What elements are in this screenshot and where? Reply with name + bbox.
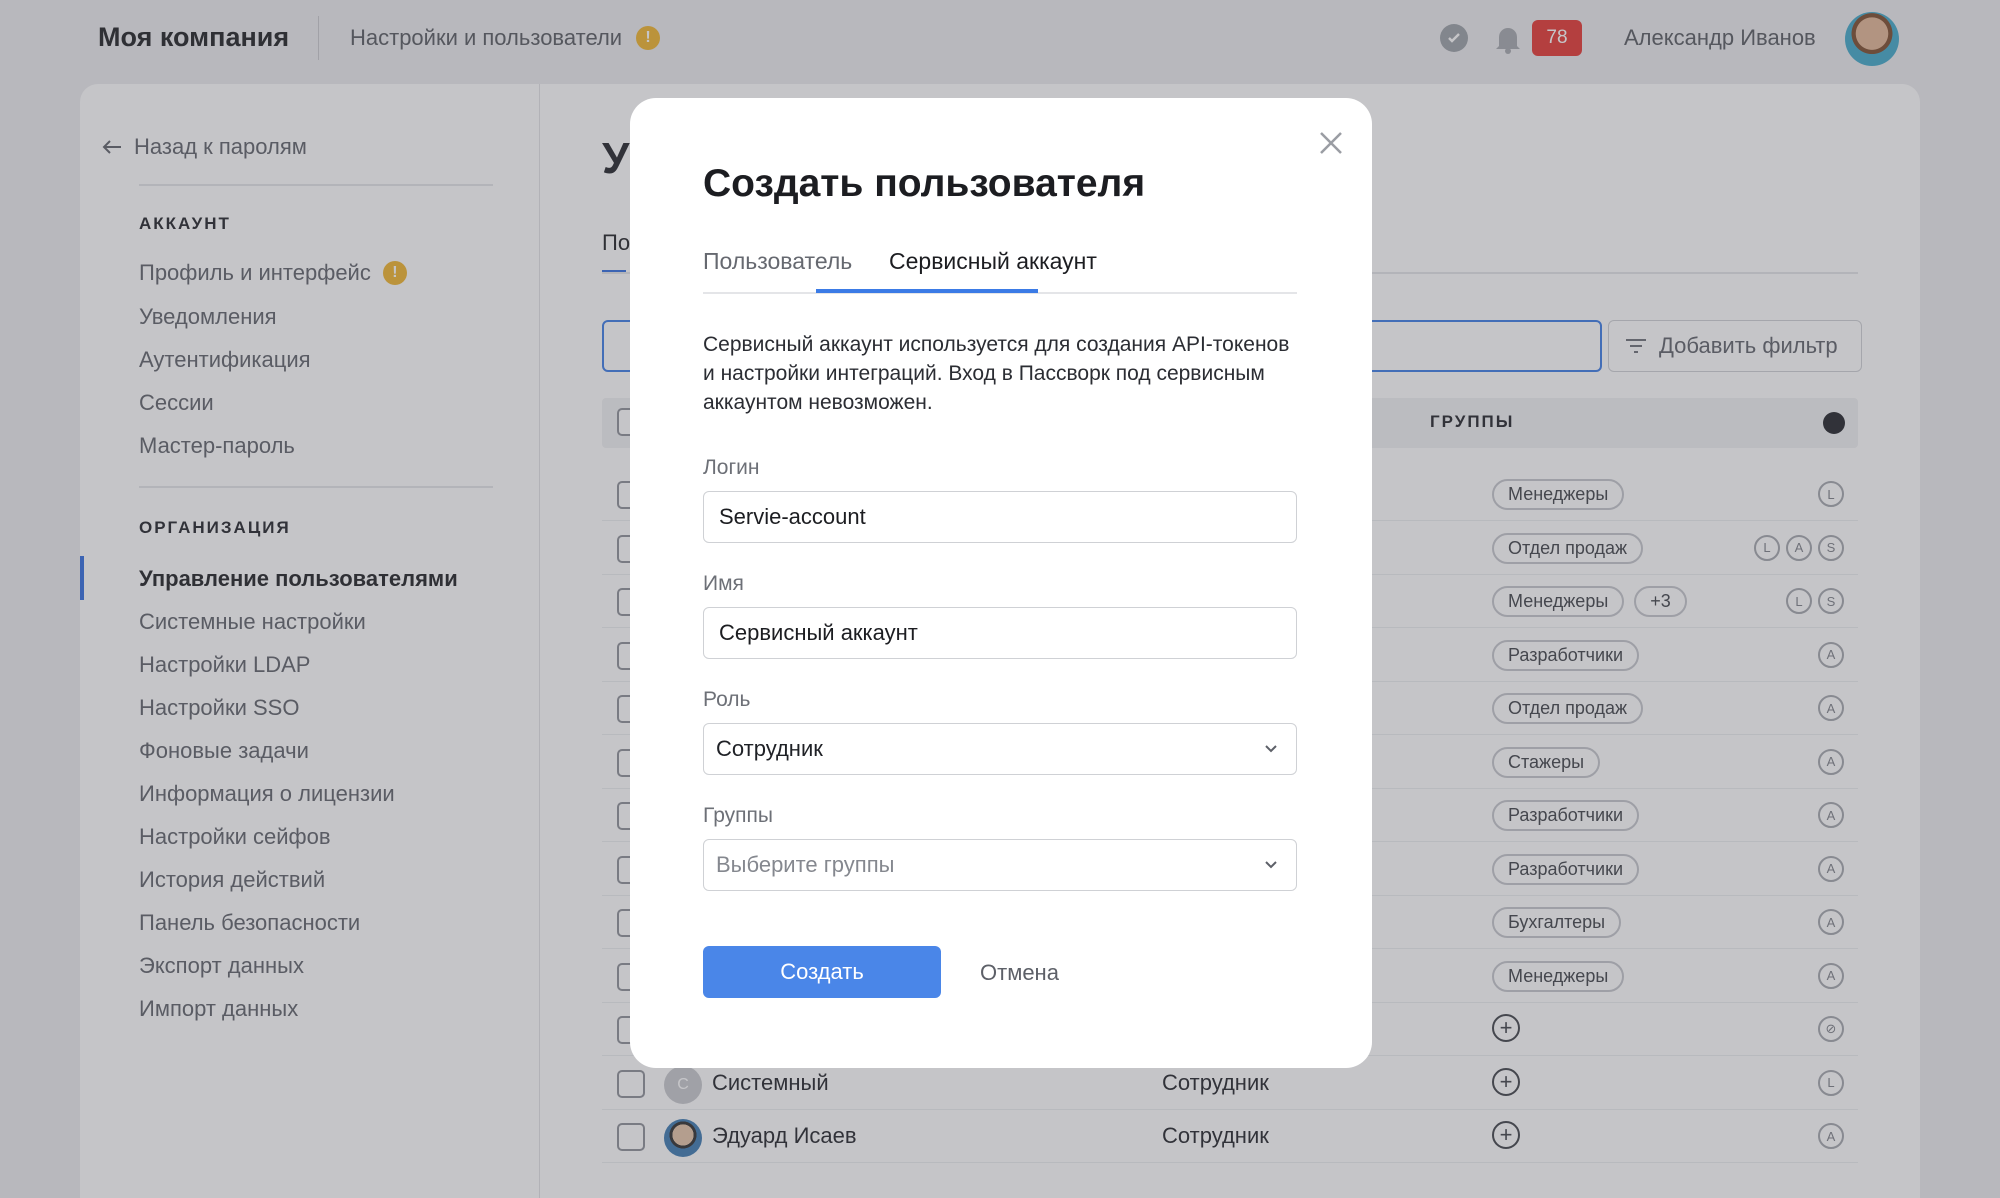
login-label: Логин xyxy=(703,456,760,479)
role-label: Роль xyxy=(703,688,751,711)
name-field[interactable]: Сервисный аккаунт xyxy=(703,607,1297,659)
chevron-down-icon xyxy=(1265,861,1277,869)
active-tab-underline xyxy=(816,289,1038,293)
role-select[interactable]: Сотрудник xyxy=(703,723,1297,775)
tab-service-account[interactable]: Сервисный аккаунт xyxy=(889,248,1097,275)
create-user-modal: Создать пользователя Пользователь Сервис… xyxy=(630,98,1372,1068)
modal-tabs: Пользователь Сервисный аккаунт xyxy=(703,248,1297,294)
login-field[interactable]: Servie-account xyxy=(703,491,1297,543)
tab-user[interactable]: Пользователь xyxy=(703,248,852,275)
create-button[interactable]: Создать xyxy=(703,946,941,998)
close-icon[interactable] xyxy=(1314,126,1348,160)
groups-label: Группы xyxy=(703,804,773,827)
chevron-down-icon xyxy=(1265,745,1277,753)
modal-title: Создать пользователя xyxy=(703,162,1146,205)
cancel-button[interactable]: Отмена xyxy=(980,960,1059,986)
groups-placeholder: Выберите группы xyxy=(716,852,895,877)
service-account-description: Сервисный аккаунт используется для созда… xyxy=(703,333,1290,414)
role-value: Сотрудник xyxy=(716,736,823,761)
name-label: Имя xyxy=(703,572,744,595)
groups-select[interactable]: Выберите группы xyxy=(703,839,1297,891)
